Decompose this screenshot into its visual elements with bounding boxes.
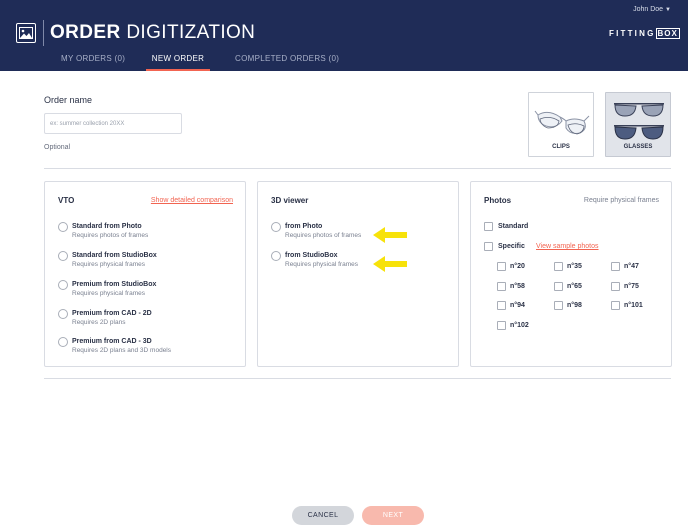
angle-checkbox[interactable]: [497, 262, 506, 271]
angle-label: n°47: [624, 263, 639, 270]
photos-panel: Photos Require physical frames Standard …: [470, 181, 672, 367]
radio-button[interactable]: [58, 309, 68, 319]
viewer-option-label: from Photo: [285, 223, 323, 230]
cancel-button[interactable]: CANCEL: [292, 506, 354, 525]
show-comparison-link[interactable]: Show detailed comparison: [151, 197, 233, 204]
radio-button[interactable]: [58, 280, 68, 290]
vto-option-sub: Requires 2D plans and 3D models: [72, 347, 171, 354]
angle-checkbox[interactable]: [554, 301, 563, 310]
standard-label: Standard: [498, 223, 529, 230]
tab-my-orders[interactable]: MY ORDERS (0): [61, 54, 126, 71]
vto-option-premium-studiobox[interactable]: Premium from StudioBox Requires physical…: [58, 280, 248, 306]
view-sample-photos-link[interactable]: View sample photos: [536, 243, 599, 250]
viewer-option-studiobox[interactable]: from StudioBox Requires physical frames: [271, 251, 461, 277]
vto-option-sub: Requires physical frames: [72, 290, 145, 297]
radio-button[interactable]: [58, 337, 68, 347]
user-menu[interactable]: John Doe ▼: [633, 6, 671, 13]
vto-option-label: Standard from Photo: [72, 223, 142, 230]
vto-option-standard-studiobox[interactable]: Standard from StudioBox Requires physica…: [58, 251, 248, 277]
vto-title: VTO: [58, 196, 75, 205]
order-name-input[interactable]: ex: summer collection 20XX: [44, 113, 182, 134]
yellow-arrow-icon: [373, 227, 407, 243]
photos-note: Require physical frames: [583, 197, 659, 204]
angle-checkbox[interactable]: [554, 262, 563, 271]
section-divider-bottom: [44, 378, 671, 379]
type-card-clips-label: CLIPS: [552, 144, 570, 150]
angle-checkbox[interactable]: [611, 282, 620, 291]
tab-completed-orders[interactable]: COMPLETED ORDERS (0): [235, 54, 339, 71]
clips-glasses-icon: [534, 110, 590, 135]
app-header: ORDER DIGITIZATION John Doe ▼ FITTING BOX …: [0, 0, 688, 71]
type-card-clips[interactable]: CLIPS: [528, 92, 594, 157]
viewer-option-sub: Requires photos of frames: [285, 232, 362, 239]
viewer-panel: 3D viewer from Photo Requires photos of …: [257, 181, 459, 367]
viewer-option-sub: Requires physical frames: [285, 261, 358, 268]
next-button[interactable]: NEXT: [362, 506, 424, 525]
specific-label: Specific: [498, 243, 525, 250]
type-card-glasses[interactable]: GLASSES: [605, 92, 671, 157]
vto-option-sub: Requires 2D plans: [72, 319, 126, 326]
radio-button[interactable]: [58, 222, 68, 232]
yellow-arrow-icon: [373, 256, 407, 272]
angle-label: n°75: [624, 283, 639, 290]
page-title: ORDER DIGITIZATION: [50, 22, 255, 44]
standard-checkbox[interactable]: [484, 222, 493, 231]
photos-title: Photos: [484, 196, 512, 205]
angle-checkbox[interactable]: [611, 262, 620, 271]
logo-divider: [43, 20, 44, 46]
type-card-glasses-label: GLASSES: [623, 144, 653, 150]
order-name-heading: Order name: [44, 95, 93, 105]
angle-label: n°98: [567, 302, 582, 309]
viewer-option-photo[interactable]: from Photo Requires photos of frames: [271, 222, 461, 248]
angle-label: n°94: [510, 302, 525, 309]
angle-label: n°101: [624, 302, 643, 309]
vto-option-sub: Requires photos of frames: [72, 232, 149, 239]
angle-checkbox[interactable]: [497, 282, 506, 291]
page-title-light: DIGITIZATION: [126, 22, 256, 43]
radio-button[interactable]: [271, 251, 281, 261]
angle-label: n°102: [510, 322, 529, 329]
vto-option-label: Premium from CAD - 3D: [72, 338, 152, 345]
vto-option-sub: Requires physical frames: [72, 261, 145, 268]
radio-button[interactable]: [58, 251, 68, 261]
specific-checkbox[interactable]: [484, 242, 493, 251]
brand-logo-left: FITTING: [609, 29, 656, 38]
image-logo-icon: [16, 23, 36, 43]
order-name-hint: Optional: [44, 144, 71, 151]
order-tabs: MY ORDERS (0) NEW ORDER COMPLETED ORDERS…: [0, 54, 688, 71]
page-title-bold: ORDER: [50, 22, 121, 43]
angle-label: n°20: [510, 263, 525, 270]
angle-label: n°58: [510, 283, 525, 290]
tab-my-orders-label: MY ORDERS (0): [61, 54, 126, 63]
viewer-option-label: from StudioBox: [285, 252, 338, 259]
vto-option-label: Premium from StudioBox: [72, 281, 157, 288]
angle-checkbox[interactable]: [497, 321, 506, 330]
active-tab-indicator: [146, 69, 210, 71]
viewer-title: 3D viewer: [271, 196, 309, 205]
angle-checkbox[interactable]: [554, 282, 563, 291]
radio-button[interactable]: [271, 222, 281, 232]
tab-completed-orders-label: COMPLETED ORDERS (0): [235, 54, 340, 63]
vto-panel: VTO Show detailed comparison Standard fr…: [44, 181, 246, 367]
vto-option-label: Standard from StudioBox: [72, 252, 157, 259]
angle-checkbox[interactable]: [497, 301, 506, 310]
tab-new-order[interactable]: NEW ORDER: [146, 54, 210, 71]
vto-option-premium-cad-2d[interactable]: Premium from CAD - 2D Requires 2D plans: [58, 309, 248, 335]
angle-label: n°35: [567, 263, 582, 270]
angle-label: n°65: [567, 283, 582, 290]
vto-option-premium-cad-3d[interactable]: Premium from CAD - 3D Requires 2D plans …: [58, 337, 248, 363]
vto-option-standard-photo[interactable]: Standard from Photo Requires photos of f…: [58, 222, 248, 248]
brand-logo-right: BOX: [655, 28, 680, 39]
glasses-icon: [614, 103, 664, 140]
chevron-down-icon: ▼: [665, 7, 671, 13]
vto-option-label: Premium from CAD - 2D: [72, 310, 152, 317]
angle-checkbox[interactable]: [611, 301, 620, 310]
user-name: John Doe: [633, 6, 664, 13]
section-divider-top: [44, 168, 671, 169]
brand-logo: FITTING BOX: [609, 28, 680, 39]
tab-new-order-label: NEW ORDER: [151, 54, 205, 63]
